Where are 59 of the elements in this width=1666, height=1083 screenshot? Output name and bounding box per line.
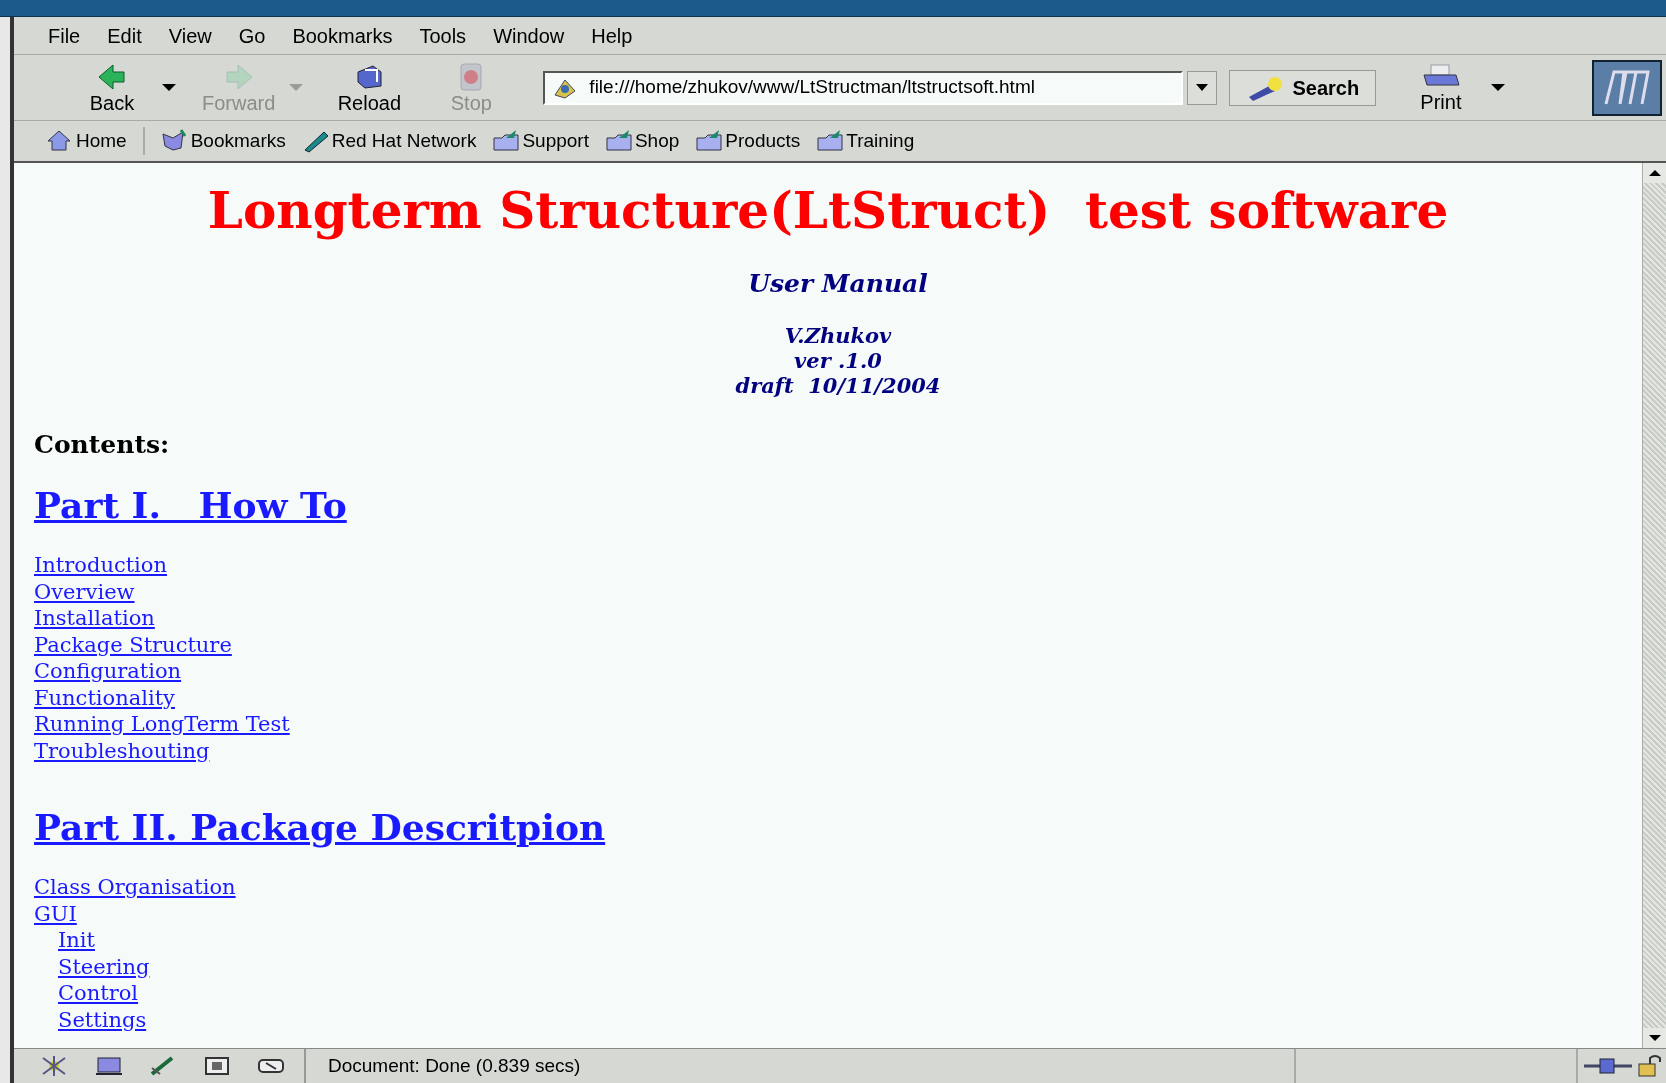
back-arrow-icon: [96, 61, 128, 92]
book-icon: [160, 128, 189, 154]
bookmark-button[interactable]: Support: [492, 126, 589, 156]
folder-icon: [816, 128, 845, 154]
link[interactable]: Package Structure: [34, 632, 232, 657]
scroll-down-icon[interactable]: [1643, 1028, 1666, 1048]
link[interactable]: Troubleshouting: [34, 738, 210, 763]
menu-item[interactable]: File: [48, 20, 81, 51]
bookmark-button[interactable]: Bookmarks: [160, 126, 286, 156]
link[interactable]: Class Organisation: [34, 875, 236, 899]
contents-heading: Contents:: [34, 428, 171, 461]
menu-item[interactable]: Go: [238, 20, 266, 51]
bookmark-button[interactable]: Products: [695, 126, 801, 156]
address-field[interactable]: file:///home/zhukov/www/LtStructman/ltstructsoft.html: [543, 70, 1184, 105]
address-dropdown-button[interactable]: [1187, 70, 1218, 105]
link[interactable]: Steering: [58, 954, 150, 979]
link[interactable]: Control: [58, 981, 139, 1005]
link[interactable]: Introduction: [34, 553, 167, 577]
link[interactable]: Functionality: [34, 685, 175, 710]
bookmark-button[interactable]: Training: [816, 126, 915, 156]
folder-icon: [604, 128, 633, 154]
bookmark-button[interactable]: Shop: [604, 126, 680, 156]
folder-icon: [695, 128, 724, 154]
author-line: draft 10/11/2004: [735, 372, 941, 398]
menu-item[interactable]: View: [168, 20, 212, 51]
author-line: ver .1.0: [794, 347, 882, 373]
section-heading-link[interactable]: Part I. How To: [34, 484, 347, 526]
folder-icon: [492, 128, 521, 154]
search-button[interactable]: Search: [1229, 69, 1377, 106]
scroll-up-icon[interactable]: [1643, 163, 1666, 183]
padlock-icon[interactable]: [1636, 1054, 1664, 1078]
menu-item[interactable]: Window: [493, 20, 565, 51]
link[interactable]: Running LongTerm Test: [34, 712, 290, 736]
subtitle: User Manual: [747, 268, 929, 300]
toolbar-button[interactable]: Reload: [333, 61, 406, 114]
plug-icon: [1582, 1056, 1634, 1076]
dropdown-caret-icon[interactable]: [162, 83, 176, 92]
menu-item[interactable]: Bookmarks: [292, 20, 393, 51]
link[interactable]: Installation: [34, 606, 155, 630]
status-text: Document: Done (0.839 secs): [328, 1053, 581, 1078]
page-title: Longterm Structure(LtStruct) test software: [206, 183, 1450, 239]
bookmark-button[interactable]: Red Hat Network: [301, 126, 477, 156]
scrollbar[interactable]: [1642, 163, 1666, 1048]
menu-item[interactable]: Tools: [419, 20, 467, 51]
print-button[interactable]: Print: [1420, 62, 1462, 113]
menu-item[interactable]: Help: [591, 20, 633, 51]
link[interactable]: Init: [58, 928, 95, 952]
link[interactable]: Overview: [34, 579, 135, 604]
author-line: V.Zhukov: [784, 322, 892, 348]
link[interactable]: Configuration: [34, 659, 182, 683]
menu-item[interactable]: Edit: [107, 20, 142, 51]
dropdown-caret-icon[interactable]: [1491, 83, 1506, 92]
toolbar-button[interactable]: Back: [76, 61, 148, 114]
caret-icon: [1196, 84, 1209, 91]
bookmark-button[interactable]: Home: [46, 126, 127, 156]
link[interactable]: GUI: [34, 901, 77, 926]
link[interactable]: Settings: [58, 1007, 147, 1032]
logo-icon[interactable]: [1592, 59, 1662, 116]
section-heading-link[interactable]: Part II. Package Descritpion: [34, 806, 606, 848]
